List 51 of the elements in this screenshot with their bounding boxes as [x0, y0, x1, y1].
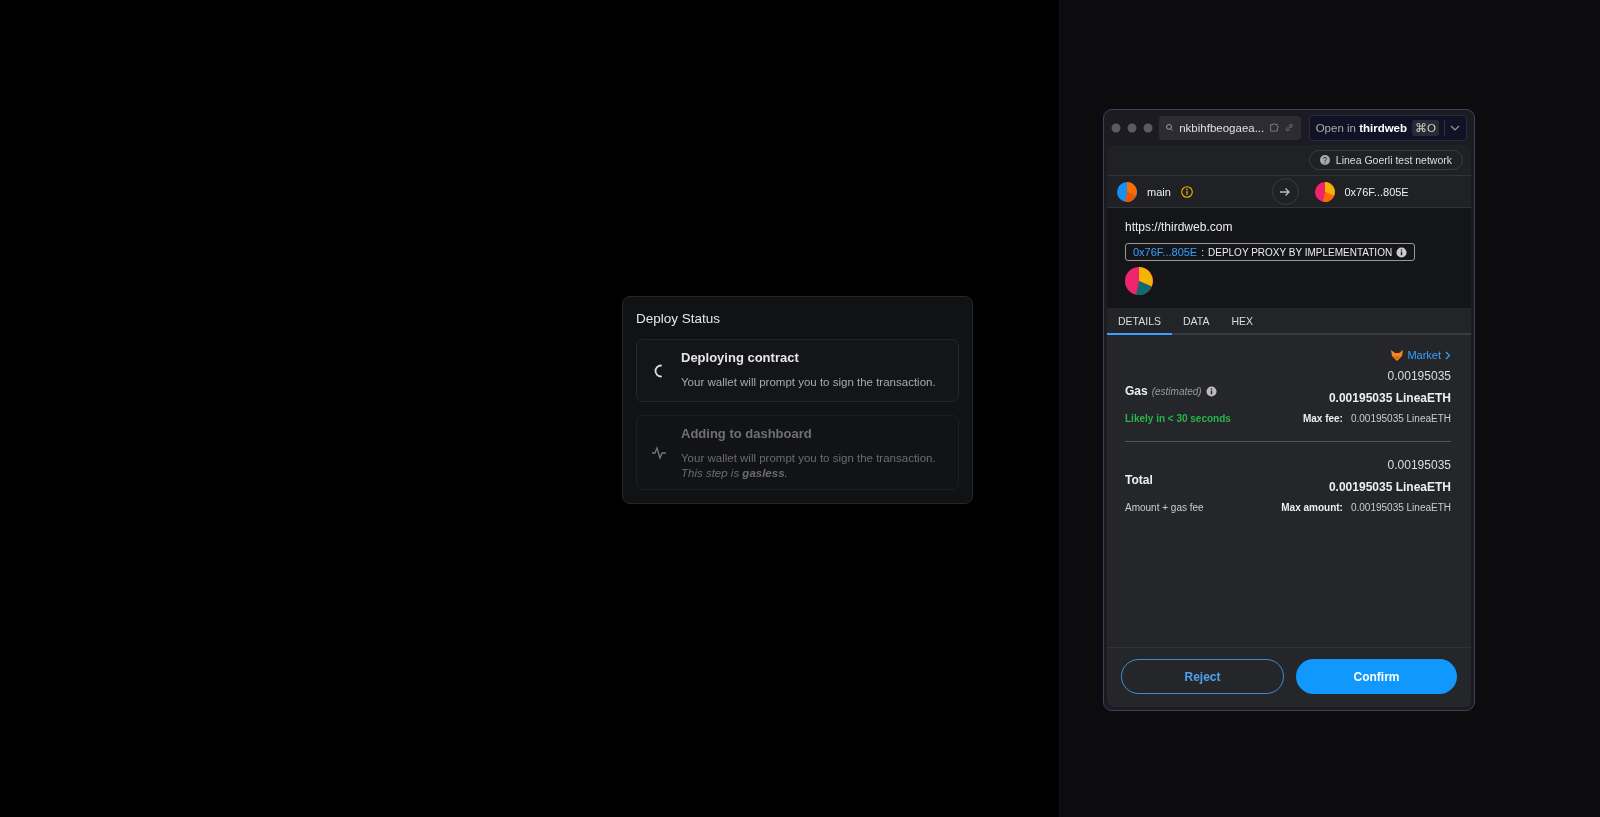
gas-label: Gas	[1125, 384, 1148, 398]
recipient-address: 0x76F...805E	[1344, 185, 1409, 198]
max-fee-value: 0.00195035 LineaETH	[1350, 413, 1451, 424]
caret-icon[interactable]	[1450, 124, 1460, 131]
shortcut-key: ⌘O	[1412, 119, 1439, 136]
open-in-button[interactable]: Open in thirdweb ⌘O	[1308, 114, 1467, 141]
avatar-icon	[1314, 181, 1335, 202]
contract-address[interactable]: 0x76F...805E	[1133, 246, 1198, 258]
address-field[interactable]: nkbihfbeogaea...	[1159, 115, 1301, 140]
address-text: nkbihfbeogaea...	[1179, 121, 1265, 134]
arrow-right-icon	[1279, 186, 1291, 197]
spinner-icon	[653, 363, 665, 378]
gas-qualifier: (estimated)	[1151, 385, 1202, 397]
help-icon	[1319, 155, 1330, 165]
info-icon	[1205, 385, 1217, 397]
step-title: Adding to dashboard	[681, 426, 813, 441]
step-title: Deploying contract	[681, 350, 800, 365]
max-amount-label: Max amount:	[1281, 502, 1343, 513]
link-icon[interactable]	[1285, 121, 1294, 134]
button-label: Open in thirdweb	[1315, 121, 1408, 134]
dialog-title: Deploy Status	[636, 311, 722, 326]
fox-icon	[1391, 349, 1404, 361]
method-name: DEPLOY PROXY BY IMPLEMENTATION	[1208, 246, 1393, 258]
pulse-icon	[651, 445, 667, 460]
total-amount: 0.00195035	[1386, 458, 1451, 472]
gas-amount-eth: 0.00195035 LineaETH	[1328, 391, 1451, 405]
window-controls-icon	[1111, 122, 1153, 133]
search-icon	[1166, 122, 1174, 133]
tab[interactable]: HEX	[1220, 308, 1265, 335]
max-amount-value: 0.00195035 LineaETH	[1350, 502, 1451, 513]
origin-url: https://thirdweb.com	[1125, 220, 1234, 234]
network-name: Linea Goerli test network	[1335, 154, 1452, 166]
total-label: Total	[1125, 473, 1153, 487]
step-description: Your wallet will prompt you to sign the transaction.	[681, 375, 936, 390]
step-description: Your wallet will prompt you to sign the transaction.	[681, 451, 936, 466]
account-name: main	[1147, 185, 1171, 198]
speed-estimate: Likely in < 30 seconds	[1125, 413, 1231, 424]
info-icon	[1396, 246, 1408, 258]
chevron-right-icon	[1445, 350, 1451, 360]
market-link[interactable]: Market	[1407, 349, 1441, 361]
total-caption: Amount + gas fee	[1125, 502, 1204, 513]
tab[interactable]: DATA	[1172, 308, 1221, 335]
step-note: This step is gasless.	[681, 467, 789, 479]
total-amount-eth: 0.00195035 LineaETH	[1328, 480, 1451, 494]
avatar-icon	[1117, 181, 1137, 202]
method-separator: :	[1201, 246, 1204, 258]
info-icon	[1180, 185, 1193, 198]
puzzle-icon[interactable]	[1270, 121, 1280, 134]
gas-amount: 0.00195035	[1386, 369, 1451, 383]
max-fee-label: Max fee:	[1302, 413, 1343, 424]
avatar-icon	[1125, 267, 1153, 295]
